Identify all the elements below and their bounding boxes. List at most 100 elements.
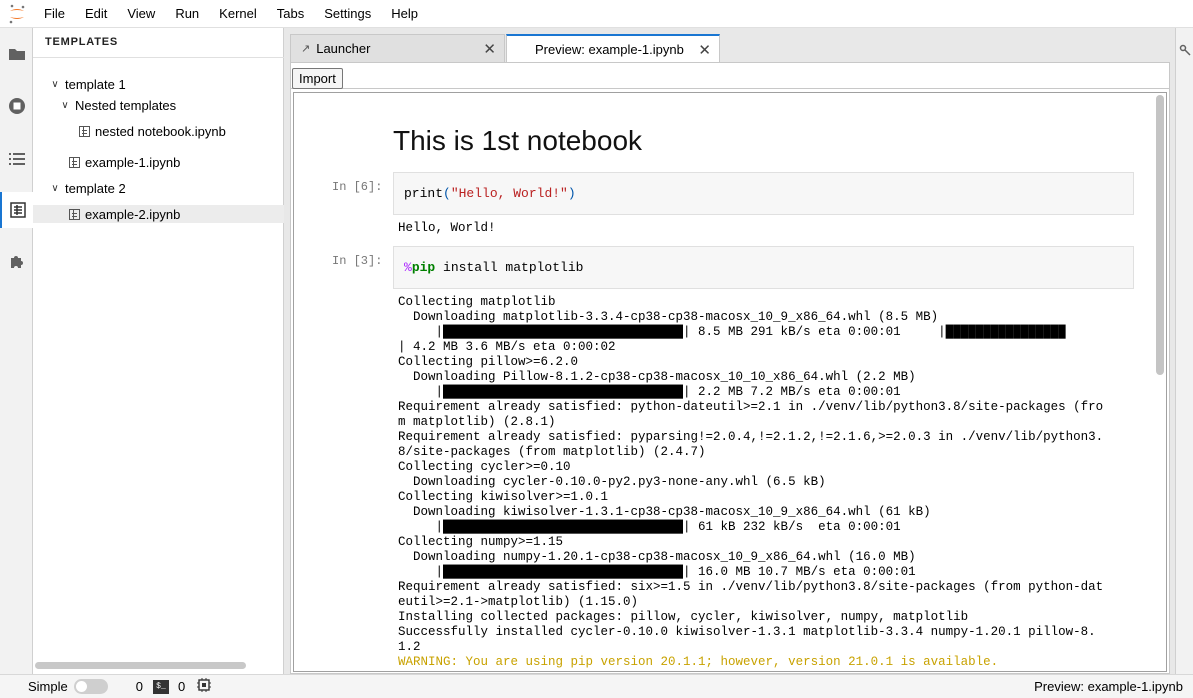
output-line: Downloading numpy-1.20.1-cp38-cp38-macos…: [398, 550, 916, 564]
terminals-count: 0: [135, 679, 143, 694]
folder-icon[interactable]: [0, 36, 33, 72]
cell-prompt: In [6]:: [332, 180, 383, 194]
output-line: Successfully installed cycler-0.10.0 kiw…: [398, 625, 1096, 639]
tab-preview-example-1[interactable]: Preview: example-1.ipynb ✕: [506, 34, 720, 63]
right-sidebar: [1175, 28, 1193, 674]
tab-label: Launcher: [316, 41, 371, 56]
output-line: Downloading cycler-0.10.0-py2.py3-none-a…: [398, 475, 826, 489]
tab-launcher[interactable]: ↗ Launcher ✕: [290, 34, 505, 62]
tree-file-example-2[interactable]: example-2.ipynb: [33, 205, 284, 223]
divider: [33, 57, 284, 58]
output-line: Collecting pillow>=6.2.0: [398, 355, 579, 369]
menu-help[interactable]: Help: [381, 0, 428, 28]
output-line: Collecting numpy>=1.15: [398, 535, 564, 549]
code-cell-input[interactable]: print("Hello, World!"): [393, 172, 1134, 215]
vertical-scrollbar[interactable]: [1156, 95, 1164, 375]
output-line: Collecting cycler>=0.10: [398, 460, 571, 474]
output-line: Requirement already satisfied: six>=1.5 …: [398, 580, 1104, 594]
output-line: Collecting kiwisolver>=1.0.1: [398, 490, 609, 504]
notebook-icon: [69, 156, 80, 168]
output-line: eutil>=2.1->matplotlib) (1.15.0): [398, 595, 639, 609]
tree-item-label: template 2: [65, 180, 126, 196]
main-area: ↗ Launcher ✕ Preview: example-1.ipynb ✕ …: [284, 28, 1175, 674]
magic-percent: %: [404, 260, 412, 275]
tree-folder-template-1[interactable]: ∨ template 1: [33, 75, 284, 93]
tree-item-label: Nested templates: [75, 97, 177, 113]
magic-command: pip: [411, 260, 436, 275]
status-document-name: Preview: example-1.ipynb: [1034, 679, 1183, 694]
menu-bar: File Edit View Run Kernel Tabs Settings …: [0, 0, 1193, 28]
templates-icon[interactable]: [0, 192, 34, 228]
close-icon[interactable]: ✕: [698, 41, 711, 59]
tree-item-label: template 1: [65, 76, 126, 92]
output-line: Requirement already satisfied: python-da…: [398, 400, 1104, 414]
output-line: Downloading matplotlib-3.3.4-cp38-cp38-m…: [398, 310, 939, 324]
output-line: Requirement already satisfied: pyparsing…: [398, 430, 1104, 444]
tree-item-label: example-2.ipynb: [85, 206, 181, 222]
menu-run[interactable]: Run: [165, 0, 209, 28]
tree-item-label: example-1.ipynb: [85, 154, 181, 170]
chevron-down-icon: ∨: [51, 78, 59, 90]
output-line: 8/site-packages (from matplotlib) (2.4.7…: [398, 445, 706, 459]
extension-icon[interactable]: [0, 244, 33, 280]
menu-settings[interactable]: Settings: [314, 0, 381, 28]
menu-tabs[interactable]: Tabs: [267, 0, 314, 28]
menu-kernel[interactable]: Kernel: [209, 0, 267, 28]
output-line: Collecting matplotlib: [398, 295, 556, 309]
property-inspector-icon[interactable]: [1179, 44, 1191, 58]
jupyter-logo-icon: [0, 0, 34, 28]
panel-title: TEMPLATES: [45, 36, 118, 48]
notebook-icon: [69, 208, 80, 220]
status-bar: Simple 0 $_ 0 Preview: example-1.ipynb: [0, 674, 1193, 698]
chevron-down-icon: ∨: [61, 99, 69, 111]
output-line: |████████████████████████████████| 2.2 M…: [398, 385, 901, 399]
notebook-viewer[interactable]: This is 1st notebook In [6]: print("Hell…: [293, 92, 1167, 672]
launcher-icon: ↗: [301, 43, 311, 55]
notebook-icon: [79, 125, 90, 137]
templates-panel: TEMPLATES ∨ template 1 ∨ Nested template…: [33, 28, 284, 674]
output-line: Downloading kiwisolver-1.3.1-cp38-cp38-m…: [398, 505, 931, 519]
output-line: | 4.2 MB 3.6 MB/s eta 0:00:02: [398, 340, 616, 354]
output-line: Installing collected packages: pillow, c…: [398, 610, 969, 624]
tab-bar: ↗ Launcher ✕ Preview: example-1.ipynb ✕: [284, 28, 1175, 63]
preview-toolbar: Import: [291, 63, 1169, 89]
kernel-icon[interactable]: [197, 678, 212, 695]
menu-file[interactable]: File: [34, 0, 75, 28]
tree-file-example-1[interactable]: example-1.ipynb: [33, 153, 284, 171]
preview-document: Import This is 1st notebook In [6]: prin…: [290, 62, 1170, 674]
horizontal-scrollbar[interactable]: [35, 662, 246, 669]
pip-warning: WARNING: You are using pip version 20.1.…: [398, 655, 999, 669]
output-line: |████████████████████████████████| 16.0 …: [398, 565, 916, 579]
menu-view[interactable]: View: [117, 0, 165, 28]
activity-bar: [0, 28, 34, 674]
cell-prompt: In [3]:: [332, 254, 383, 268]
chevron-down-icon: ∨: [51, 182, 59, 194]
simple-mode-toggle[interactable]: [73, 679, 108, 694]
code-text: install matplotlib: [435, 260, 584, 275]
code-paren: ): [567, 186, 576, 201]
output-line: |████████████████████████████████| 61 kB…: [398, 520, 901, 534]
simple-mode-label: Simple: [28, 679, 68, 694]
terminal-icon[interactable]: $_: [152, 679, 169, 694]
tree-file-nested-notebook[interactable]: nested notebook.ipynb: [33, 122, 284, 140]
tree-folder-nested-templates[interactable]: ∨ Nested templates: [33, 96, 284, 114]
code-paren: (: [443, 186, 451, 201]
code-string: "Hello, World!": [450, 186, 568, 201]
code-cell-input[interactable]: % pip install matplotlib: [393, 246, 1134, 289]
notebook-heading: This is 1st notebook: [393, 125, 643, 156]
list-icon[interactable]: [0, 141, 33, 177]
cell-output: Collecting matplotlib Downloading matplo…: [398, 295, 1103, 670]
menu-edit[interactable]: Edit: [75, 0, 117, 28]
tree-item-label: nested notebook.ipynb: [95, 123, 226, 139]
import-button[interactable]: Import: [292, 68, 343, 89]
output-line: Downloading Pillow-8.1.2-cp38-cp38-macos…: [398, 370, 916, 384]
output-line: 1.2: [398, 640, 421, 654]
output-line: |████████████████████████████████| 8.5 M…: [398, 325, 1066, 339]
kernels-count: 0: [177, 679, 186, 694]
close-icon[interactable]: ✕: [483, 40, 496, 58]
running-icon[interactable]: [0, 88, 33, 124]
tab-label: Preview: example-1.ipynb: [535, 42, 684, 57]
tree-folder-template-2[interactable]: ∨ template 2: [33, 179, 284, 197]
code-function: print: [404, 186, 444, 201]
output-line: m matplotlib) (2.8.1): [398, 415, 556, 429]
